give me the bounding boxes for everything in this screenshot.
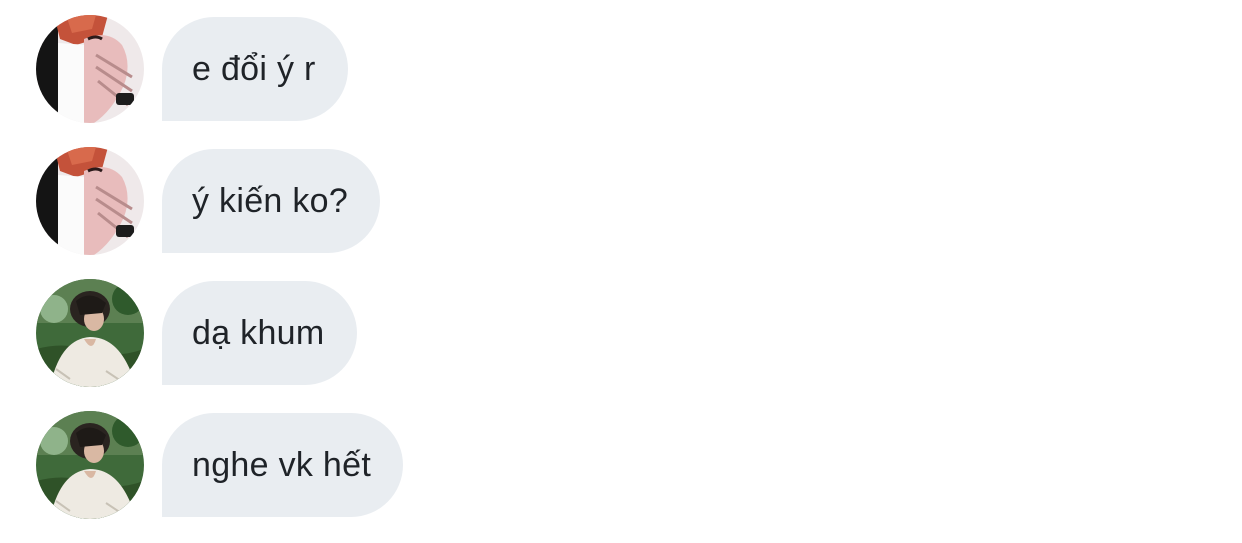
message-row: nghe vk hết — [36, 411, 404, 519]
message-bubble[interactable]: e đổi ý r — [162, 17, 348, 121]
avatar-red-hair-icon — [36, 147, 144, 255]
message-row: dạ khum — [36, 279, 357, 387]
avatar[interactable] — [36, 411, 144, 519]
message-text: dạ khum — [192, 313, 325, 352]
message-text: e đổi ý r — [192, 49, 316, 88]
avatar-garden-icon — [36, 411, 144, 519]
avatar-garden-icon — [36, 279, 144, 387]
message-text: nghe vk hết — [192, 445, 372, 484]
chat-thread: e đổi ý r ý kiến ko? dạ khum nghe vk hết — [0, 0, 1242, 543]
message-bubble[interactable]: dạ khum — [162, 281, 357, 385]
message-row: ý kiến ko? — [36, 147, 381, 255]
message-bubble[interactable]: ý kiến ko? — [162, 149, 381, 253]
avatar[interactable] — [36, 279, 144, 387]
avatar-red-hair-icon — [36, 15, 144, 123]
avatar[interactable] — [36, 147, 144, 255]
avatar[interactable] — [36, 15, 144, 123]
message-bubble[interactable]: nghe vk hết — [162, 413, 404, 517]
message-row: e đổi ý r — [36, 15, 348, 123]
message-text: ý kiến ko? — [192, 181, 349, 220]
